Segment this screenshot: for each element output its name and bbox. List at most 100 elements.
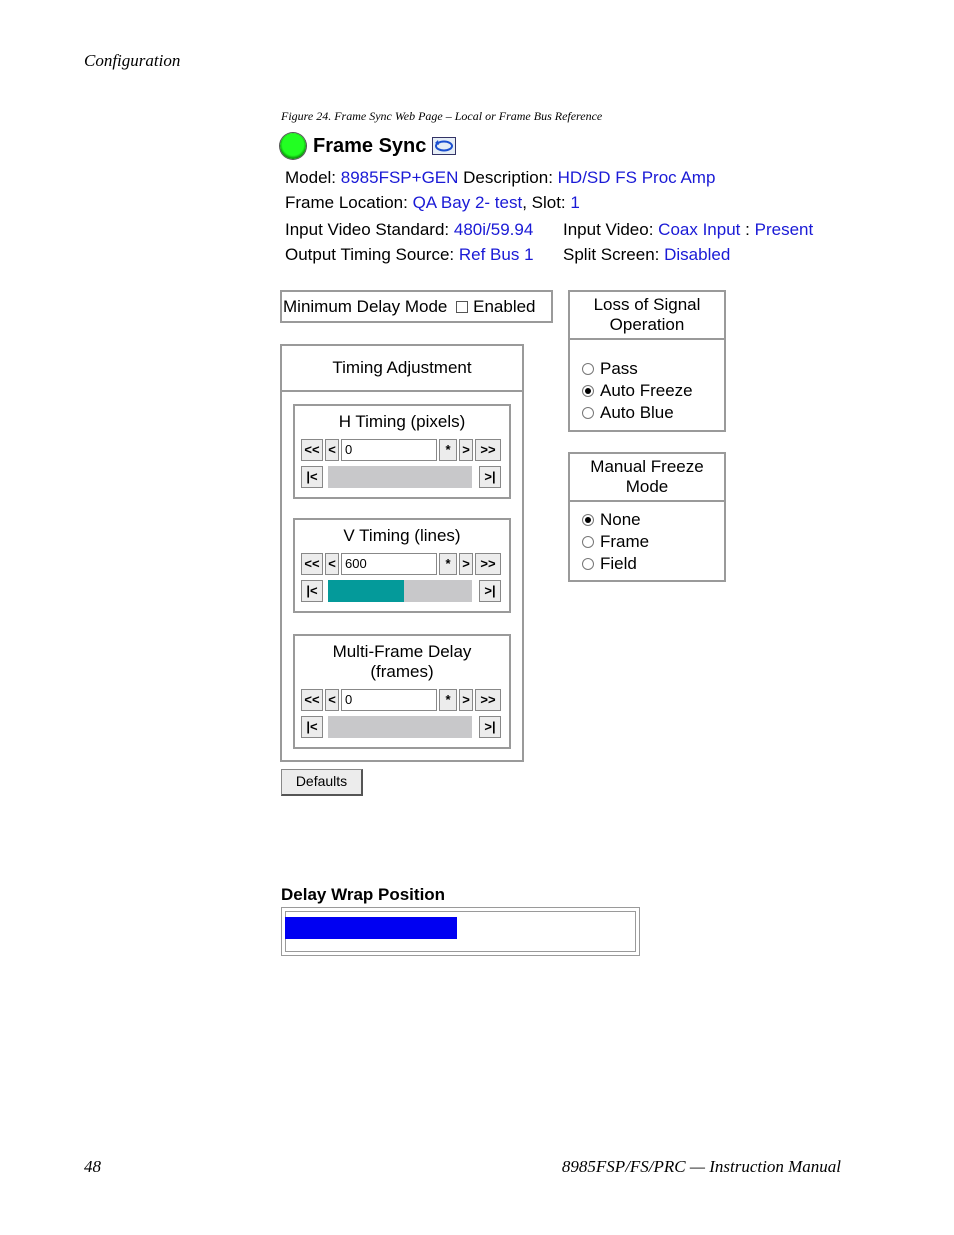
mfm-radio-field[interactable] bbox=[582, 558, 594, 570]
refresh-icon[interactable] bbox=[432, 137, 457, 155]
input-video-label: Input Video: bbox=[563, 220, 654, 239]
input-standard-label: Input Video Standard: bbox=[285, 220, 450, 239]
mf-delay-input[interactable]: 0 bbox=[341, 689, 437, 711]
minimum-delay-panel: Minimum Delay Mode Enabled bbox=[280, 290, 553, 323]
los-option-label: Auto Freeze bbox=[600, 381, 693, 400]
input-video-sep: : bbox=[745, 220, 750, 239]
los-radio-auto-freeze[interactable] bbox=[582, 385, 594, 397]
mf-back-button[interactable]: < bbox=[325, 689, 339, 711]
description-value: HD/SD FS Proc Amp bbox=[557, 168, 716, 187]
description-label: Description: bbox=[463, 168, 553, 187]
split-screen-line: Split Screen: Disabled bbox=[563, 245, 730, 265]
output-timing-line: Output Timing Source: Ref Bus 1 bbox=[285, 245, 534, 265]
page-title: Frame Sync bbox=[313, 134, 427, 157]
minimum-delay-label: Minimum Delay Mode bbox=[283, 297, 448, 316]
enabled-label: Enabled bbox=[473, 297, 536, 316]
page-number: 48 bbox=[84, 1157, 101, 1176]
status-led-icon bbox=[280, 133, 306, 159]
delay-wrap-fill bbox=[285, 917, 457, 939]
mf-delay-slider[interactable] bbox=[328, 716, 472, 738]
split-screen-value: Disabled bbox=[664, 245, 731, 264]
mfm-option-label: None bbox=[600, 510, 641, 529]
mf-max-button[interactable]: >| bbox=[479, 716, 501, 738]
mf-fast-back-button[interactable]: << bbox=[301, 689, 323, 711]
multi-frame-delay-label: Multi-Frame Delay bbox=[332, 642, 472, 661]
v-timing-slider[interactable] bbox=[328, 580, 472, 602]
mfm-option-frame[interactable]: Frame bbox=[570, 531, 724, 553]
mfm-option-none[interactable]: None bbox=[570, 509, 724, 531]
multi-frame-delay-unit: (frames) bbox=[370, 662, 434, 681]
model-value: 8985FSP+GEN bbox=[340, 168, 459, 187]
mfm-option-field[interactable]: Field bbox=[570, 553, 724, 575]
h-max-button[interactable]: >| bbox=[479, 466, 501, 488]
input-video-status: Present bbox=[754, 220, 814, 239]
h-fast-fwd-button[interactable]: >> bbox=[475, 439, 501, 461]
manual-freeze-title: Manual Freeze bbox=[590, 457, 704, 476]
figure-caption: Figure 24. Frame Sync Web Page – Local o… bbox=[281, 109, 603, 123]
v-timing-slider-fill bbox=[328, 580, 405, 602]
slot-value: 1 bbox=[570, 193, 580, 212]
v-min-button[interactable]: |< bbox=[301, 580, 323, 602]
v-reset-button[interactable]: * bbox=[439, 553, 457, 575]
output-timing-label: Output Timing Source: bbox=[285, 245, 455, 264]
loss-of-signal-panel: Loss of Signal Operation Pass Auto Freez… bbox=[568, 290, 726, 432]
delay-wrap-bar bbox=[281, 907, 640, 956]
los-option-label: Auto Blue bbox=[600, 403, 674, 422]
h-reset-button[interactable]: * bbox=[439, 439, 457, 461]
running-head: Configuration bbox=[84, 51, 181, 70]
v-timing-label: V Timing (lines) bbox=[343, 526, 461, 545]
h-fwd-button[interactable]: > bbox=[459, 439, 473, 461]
input-video-link[interactable]: Coax Input bbox=[658, 220, 740, 239]
split-screen-label: Split Screen: bbox=[563, 245, 660, 264]
mfm-radio-none[interactable] bbox=[582, 514, 594, 526]
h-timing-control: H Timing (pixels) << < 0 * > >> |< >| bbox=[293, 404, 511, 499]
defaults-button[interactable]: Defaults bbox=[281, 769, 363, 796]
timing-adjustment-panel: Timing Adjustment H Timing (pixels) << <… bbox=[280, 344, 524, 762]
input-standard-value: 480i/59.94 bbox=[453, 220, 534, 239]
minimum-delay-checkbox[interactable] bbox=[456, 301, 469, 313]
input-video-line: Input Video: Coax Input : Present bbox=[563, 220, 813, 240]
manual-freeze-subtitle: Mode bbox=[625, 477, 669, 496]
mfm-option-label: Frame bbox=[600, 532, 650, 551]
mf-fwd-button[interactable]: > bbox=[459, 689, 473, 711]
footer-title: 8985FSP/FS/PRC — Instruction Manual bbox=[561, 1157, 841, 1176]
frame-location-line: Frame Location: QA Bay 2- test, Slot: 1 bbox=[285, 193, 580, 213]
v-fast-back-button[interactable]: << bbox=[301, 553, 323, 575]
loss-of-signal-subtitle: Operation bbox=[609, 315, 685, 334]
los-radio-auto-blue[interactable] bbox=[582, 407, 594, 419]
loss-of-signal-title: Loss of Signal bbox=[593, 295, 701, 314]
mf-reset-button[interactable]: * bbox=[439, 689, 457, 711]
multi-frame-delay-control: Multi-Frame Delay (frames) << < 0 * > >>… bbox=[293, 634, 511, 749]
h-fast-back-button[interactable]: << bbox=[301, 439, 323, 461]
mfm-radio-frame[interactable] bbox=[582, 536, 594, 548]
mfm-option-label: Field bbox=[600, 554, 637, 573]
v-timing-control: V Timing (lines) << < 600 * > >> |< >| bbox=[293, 518, 511, 613]
v-fast-fwd-button[interactable]: >> bbox=[475, 553, 501, 575]
h-back-button[interactable]: < bbox=[325, 439, 339, 461]
h-min-button[interactable]: |< bbox=[301, 466, 323, 488]
v-back-button[interactable]: < bbox=[325, 553, 339, 575]
los-option-label: Pass bbox=[600, 359, 638, 378]
slot-label: , Slot: bbox=[522, 193, 566, 212]
model-line: Model: 8985FSP+GEN Description: HD/SD FS… bbox=[285, 168, 715, 188]
h-timing-input[interactable]: 0 bbox=[341, 439, 437, 461]
los-option-auto-freeze[interactable]: Auto Freeze bbox=[570, 380, 724, 402]
frame-sync-header: Frame Sync bbox=[280, 131, 457, 161]
mf-min-button[interactable]: |< bbox=[301, 716, 323, 738]
input-standard-line: Input Video Standard: 480i/59.94 bbox=[285, 220, 533, 240]
delay-wrap-label: Delay Wrap Position bbox=[281, 885, 446, 904]
v-fwd-button[interactable]: > bbox=[459, 553, 473, 575]
mf-fast-fwd-button[interactable]: >> bbox=[475, 689, 501, 711]
h-timing-slider[interactable] bbox=[328, 466, 472, 488]
los-radio-pass[interactable] bbox=[582, 363, 594, 375]
output-timing-link[interactable]: Ref Bus 1 bbox=[459, 245, 534, 264]
v-max-button[interactable]: >| bbox=[479, 580, 501, 602]
los-option-pass[interactable]: Pass bbox=[570, 358, 724, 380]
manual-freeze-panel: Manual Freeze Mode None Frame Field bbox=[568, 452, 726, 582]
h-timing-label: H Timing (pixels) bbox=[338, 412, 466, 431]
frame-location-label: Frame Location: bbox=[285, 193, 408, 212]
v-timing-input[interactable]: 600 bbox=[341, 553, 437, 575]
frame-location-link[interactable]: QA Bay 2- test bbox=[413, 193, 523, 212]
los-option-auto-blue[interactable]: Auto Blue bbox=[570, 402, 724, 424]
timing-adjustment-title: Timing Adjustment bbox=[332, 358, 472, 377]
